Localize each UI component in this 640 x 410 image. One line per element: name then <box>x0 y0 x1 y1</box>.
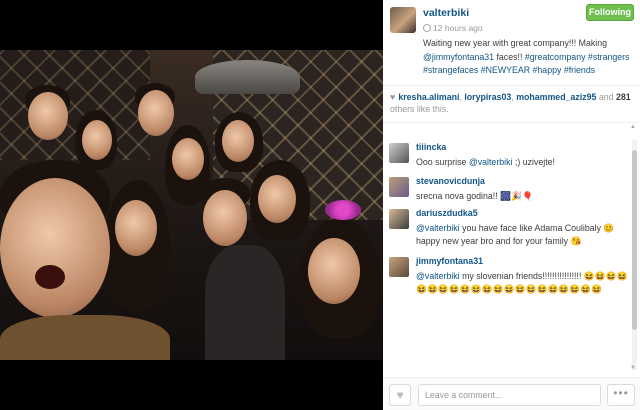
person-face <box>115 200 157 256</box>
comment-footer: ♥ Leave a comment... ••• <box>383 377 640 410</box>
likes-and-label: and <box>596 92 616 102</box>
likes-count[interactable]: 281 <box>616 92 631 102</box>
comments-scrollbar[interactable] <box>632 140 637 370</box>
person-face <box>222 120 254 162</box>
ceiling-lamp <box>195 60 300 94</box>
caption-text-2: faces!! <box>494 51 525 62</box>
comment-text: srecna nova godina!! 🎆🎉🎈 <box>416 190 628 203</box>
party-decoration <box>325 200 361 220</box>
liker-link[interactable]: mohammed_aziz95 <box>516 92 596 102</box>
comment-body: srecna nova godina!! 🎆🎉🎈 <box>416 191 533 201</box>
divider <box>383 122 640 123</box>
scrollbar-thumb[interactable] <box>632 150 637 330</box>
comment-input[interactable]: Leave a comment... <box>418 384 601 406</box>
comment-username[interactable]: stevanovicdunja <box>416 176 485 186</box>
post-time-label: 12 hours ago <box>433 23 483 33</box>
comment-text: Ooo surprise @valterbiki ;) uzivejte! <box>416 156 628 169</box>
liker-link[interactable]: lorypiras03 <box>464 92 511 102</box>
person-face <box>308 238 360 304</box>
heart-icon: ♥ <box>396 388 404 402</box>
person-shirt <box>205 245 285 360</box>
comments-list: tiiincka Ooo surprise @valterbiki ;) uzi… <box>383 138 640 375</box>
avatar[interactable] <box>389 143 409 163</box>
open-mouth <box>35 265 65 289</box>
caption-text: Waiting new year with great company!!! M… <box>423 38 608 48</box>
caption-mention-link[interactable]: @jimmyfontana31 <box>423 52 494 62</box>
post-caption: Waiting new year with great company!!! M… <box>423 37 633 78</box>
comment-body: Ooo surprise <box>416 157 469 167</box>
comment-username[interactable]: jimmyfontana31 <box>416 256 483 266</box>
post-header: valterbiki 12 hours ago Following Waitin… <box>383 0 640 85</box>
scroll-down-icon[interactable]: ▼ <box>630 365 636 371</box>
avatar[interactable] <box>389 209 409 229</box>
person-face <box>203 190 247 246</box>
more-options-button[interactable]: ••• <box>607 384 635 406</box>
avatar[interactable] <box>389 177 409 197</box>
person-shirt <box>0 315 170 360</box>
comment-body-after: ;) uzivejte! <box>512 157 556 167</box>
photo-pane <box>0 0 383 410</box>
person-face <box>138 90 174 136</box>
avatar[interactable] <box>390 7 416 33</box>
comment-text: @valterbiki my slovenian friends!!!!!!!!… <box>416 270 628 296</box>
person-face <box>0 178 110 318</box>
username-link[interactable]: valterbiki <box>423 7 469 19</box>
liker-link[interactable]: kresha.alimani <box>398 92 459 102</box>
post-photo[interactable] <box>0 50 383 360</box>
comment-mention-link[interactable]: @valterbiki <box>416 223 460 233</box>
comment-mention-link[interactable]: @valterbiki <box>416 271 460 281</box>
more-icon: ••• <box>613 386 629 400</box>
likes-others-label: others like this. <box>390 104 449 114</box>
following-button[interactable]: Following <box>586 4 634 21</box>
comment-username[interactable]: tiiincka <box>416 142 446 152</box>
person-face <box>28 92 68 140</box>
scroll-up-icon[interactable]: ▲ <box>630 124 636 130</box>
comment-text: @valterbiki you have face like Adama Cou… <box>416 222 628 248</box>
comment-username[interactable]: dariuszdudka5 <box>416 208 478 218</box>
post-time[interactable]: 12 hours ago <box>423 23 483 33</box>
divider <box>383 85 640 86</box>
clock-icon <box>423 24 431 32</box>
person-face <box>172 138 204 180</box>
likes-summary: ♥ kresha.alimani, lorypiras03, mohammed_a… <box>390 92 631 114</box>
heart-icon: ♥ <box>390 92 396 102</box>
person-face <box>258 175 296 223</box>
like-button[interactable]: ♥ <box>389 384 411 406</box>
avatar[interactable] <box>389 257 409 277</box>
person-face <box>82 120 112 160</box>
comment-mention-link[interactable]: @valterbiki <box>469 157 513 167</box>
